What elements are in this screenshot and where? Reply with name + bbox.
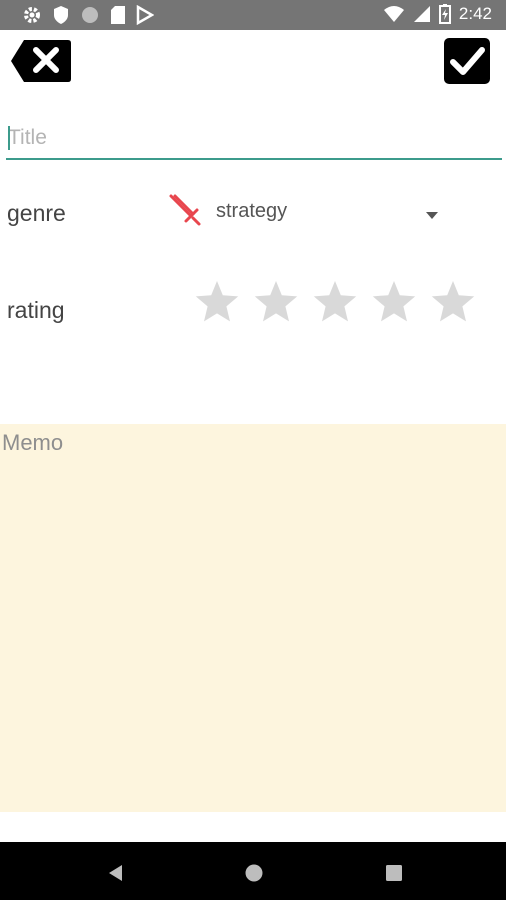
status-bar: 2:42 — [0, 0, 506, 30]
sd-card-icon — [110, 5, 126, 25]
text-cursor — [8, 126, 10, 150]
settings-icon — [22, 5, 42, 25]
battery-icon — [438, 4, 451, 24]
signal-icon — [413, 5, 431, 23]
shield-icon — [52, 5, 70, 25]
title-input[interactable] — [6, 120, 504, 156]
check-icon — [444, 47, 490, 88]
home-icon[interactable] — [243, 862, 265, 884]
star-icon[interactable] — [252, 278, 300, 326]
wifi-icon — [383, 5, 405, 23]
star-icon[interactable] — [429, 278, 477, 326]
save-button[interactable] — [444, 38, 490, 84]
memo-area — [0, 424, 506, 812]
genre-selected-value: strategy — [216, 200, 288, 222]
sword-icon — [166, 192, 204, 235]
circle-icon — [80, 5, 100, 25]
rating-stars — [193, 278, 477, 326]
rating-label: rating — [7, 297, 65, 323]
genre-dropdown[interactable]: strategy — [166, 190, 446, 232]
star-icon[interactable] — [311, 278, 359, 326]
star-icon[interactable] — [193, 278, 241, 326]
dropdown-arrow-icon — [426, 206, 438, 224]
navigation-bar — [0, 842, 506, 900]
memo-input[interactable] — [0, 424, 506, 812]
play-store-icon — [136, 5, 154, 25]
close-icon — [10, 40, 72, 88]
status-time: 2:42 — [458, 4, 492, 23]
back-icon[interactable] — [105, 862, 127, 884]
title-field — [6, 120, 504, 160]
star-icon[interactable] — [370, 278, 418, 326]
recents-icon[interactable] — [383, 862, 405, 884]
cancel-button[interactable] — [10, 38, 72, 84]
genre-label: genre — [7, 200, 66, 226]
